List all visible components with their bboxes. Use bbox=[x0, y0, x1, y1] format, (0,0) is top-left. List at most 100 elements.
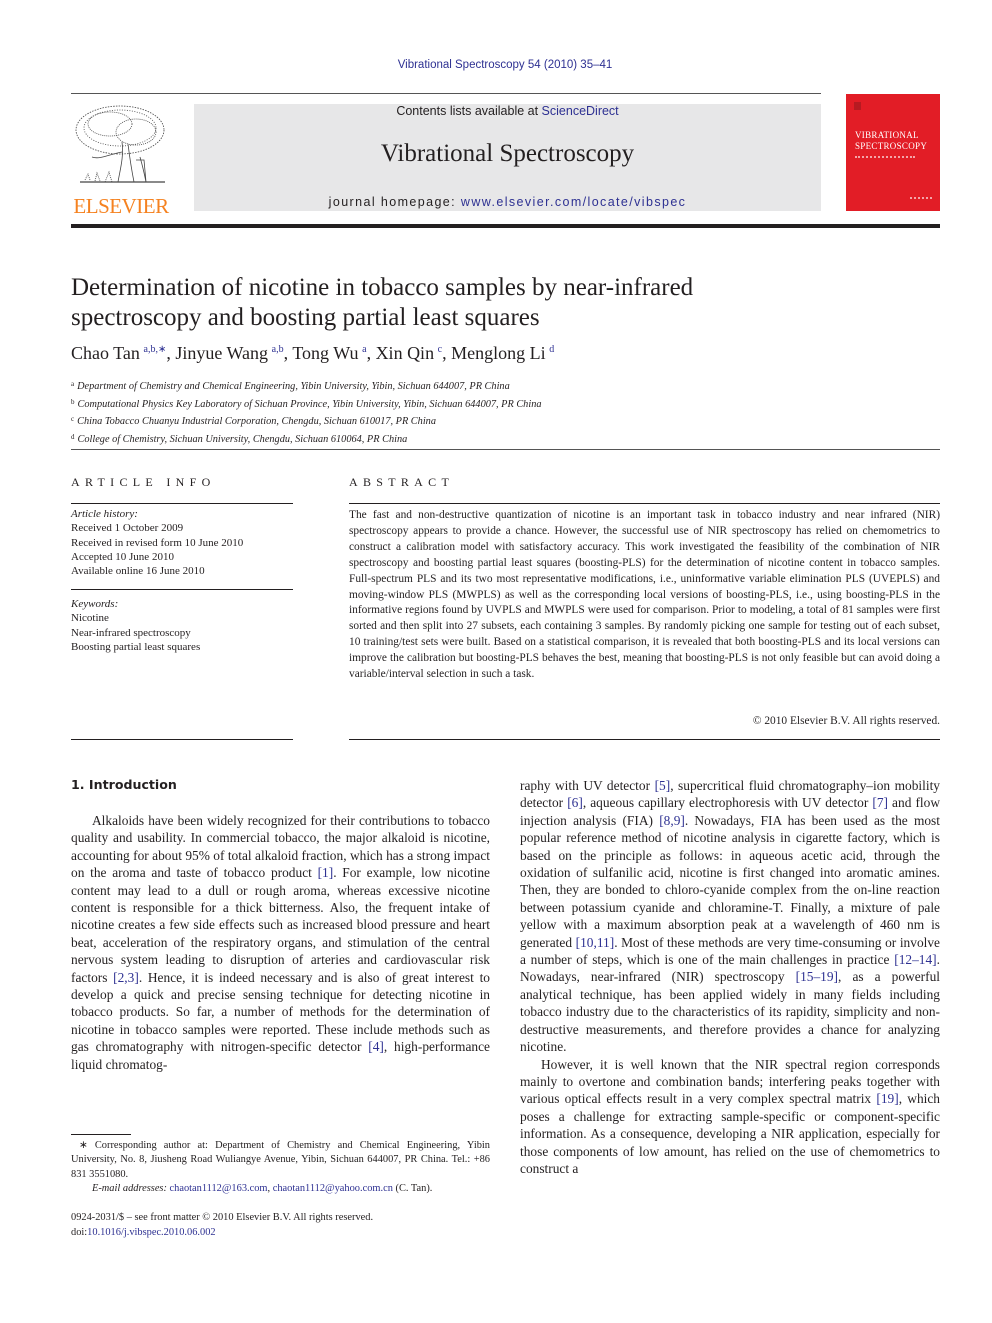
author[interactable]: Xin Qin c bbox=[376, 343, 443, 363]
author[interactable]: Jinyue Wang a,b bbox=[175, 343, 283, 363]
article-title: Determination of nicotine in tobacco sam… bbox=[71, 274, 694, 331]
cover-logo-icon bbox=[854, 102, 861, 110]
history-accepted: Accepted 10 June 2010 bbox=[71, 550, 174, 563]
author-affiliation-marks[interactable]: a,b bbox=[272, 344, 284, 355]
abstract-copyright: © 2010 Elsevier B.V. All rights reserved… bbox=[752, 715, 940, 727]
citation-link[interactable]: [8,9] bbox=[659, 813, 685, 828]
author-affiliation-marks[interactable]: d bbox=[549, 344, 554, 355]
affiliation-mark: c bbox=[71, 415, 75, 423]
cover-title: VIBRATIONAL SPECTROSCOPY bbox=[855, 130, 927, 152]
cover-title-line2: SPECTROSCOPY bbox=[855, 141, 928, 151]
article-history: Article history: Received 1 October 2009… bbox=[71, 507, 293, 578]
elsevier-tree-icon bbox=[75, 105, 165, 183]
citation-link[interactable]: [7] bbox=[872, 795, 888, 810]
author[interactable]: Menglong Li d bbox=[451, 343, 554, 363]
affiliation-text: Department of Chemistry and Chemical Eng… bbox=[77, 381, 510, 392]
affiliation-mark: d bbox=[71, 432, 75, 441]
homepage-line: journal homepage: www.elsevier.com/locat… bbox=[194, 195, 821, 209]
cover-footer bbox=[910, 197, 932, 205]
history-online: Available online 16 June 2010 bbox=[71, 565, 205, 578]
abstract-rule bbox=[349, 503, 940, 504]
keywords: Keywords: Nicotine Near-infrared spectro… bbox=[71, 597, 293, 654]
affiliation: d College of Chemistry, Sichuan Universit… bbox=[71, 430, 542, 448]
corresponding-author-text: ∗ Corresponding author at: Department of… bbox=[71, 1140, 490, 1180]
author-affiliation-marks[interactable]: a bbox=[362, 344, 366, 355]
paragraph: raphy with UV detector [5], supercritica… bbox=[520, 778, 941, 1055]
running-head[interactable]: Vibrational Spectroscopy 54 (2010) 35–41 bbox=[0, 59, 992, 71]
abstract-text: The fast and non-destructive quantizatio… bbox=[349, 509, 940, 681]
issn-line: 0924-2031/$ – see front matter © 2010 El… bbox=[71, 1212, 374, 1223]
affiliation: a Department of Chemistry and Chemical En… bbox=[71, 377, 542, 395]
journal-homepage-link[interactable]: www.elsevier.com/locate/vibspec bbox=[461, 195, 686, 209]
homepage-prefix: journal homepage: bbox=[328, 195, 461, 209]
header-divider bbox=[71, 449, 940, 450]
affiliation-text: Computational Physics Key Laboratory of … bbox=[77, 398, 542, 410]
citation-link[interactable]: [19] bbox=[876, 1091, 898, 1106]
masthead-divider bbox=[71, 224, 940, 228]
affiliations: a Department of Chemistry and Chemical En… bbox=[71, 377, 542, 447]
front-matter: 0924-2031/$ – see front matter © 2010 El… bbox=[71, 1211, 373, 1240]
author-affiliation-marks[interactable]: c bbox=[438, 344, 442, 355]
email-suffix: (C. Tan). bbox=[392, 1183, 433, 1195]
author-name: Jinyue Wang bbox=[175, 343, 269, 363]
contents-prefix: Contents lists available at bbox=[396, 104, 542, 118]
keywords-label: Keywords: bbox=[71, 598, 119, 610]
keywords-rule bbox=[71, 589, 293, 590]
citation-link[interactable]: [15–19] bbox=[796, 969, 838, 984]
citation-link[interactable]: [2,3] bbox=[113, 970, 139, 985]
author[interactable]: Tong Wu a bbox=[292, 343, 366, 363]
email-link[interactable]: chaotan1112@yahoo.com.cn bbox=[273, 1183, 393, 1194]
abstract-heading: ABSTRACT bbox=[349, 475, 455, 489]
doi-line: doi:10.1016/j.vibspec.2010.06.002 bbox=[71, 1226, 373, 1241]
keyword: Boosting partial least squares bbox=[71, 640, 201, 653]
body-column-right: raphy with UV detector [5], supercritica… bbox=[520, 777, 940, 1177]
cover-subtitle bbox=[855, 156, 915, 165]
history-revised: Received in revised form 10 June 2010 bbox=[71, 536, 244, 549]
email-label: E-mail addresses: bbox=[92, 1183, 167, 1195]
author-name: Xin Qin bbox=[375, 343, 435, 363]
publisher-wordmark: ELSEVIER bbox=[73, 194, 169, 218]
article-info-rule bbox=[71, 503, 293, 504]
email-line: E-mail addresses: chaotan1112@163.com, c… bbox=[92, 1183, 433, 1195]
article-info-bottom-rule bbox=[71, 739, 293, 740]
citation-link[interactable]: [5] bbox=[655, 778, 671, 793]
top-rule bbox=[71, 93, 821, 94]
doi-prefix: doi: bbox=[71, 1226, 88, 1238]
author-name: Tong Wu bbox=[292, 343, 359, 363]
body-column-left: Alkaloids have been widely recognized fo… bbox=[71, 812, 490, 1073]
citation-link[interactable]: [10,11] bbox=[576, 935, 615, 950]
affiliation-text: College of Chemistry, Sichuan University… bbox=[77, 433, 408, 445]
abstract-bottom-rule bbox=[349, 739, 940, 740]
keyword: Near-infrared spectroscopy bbox=[71, 626, 191, 639]
author-list: Chao Tan a,b,∗, Jinyue Wang a,b, Tong Wu… bbox=[71, 343, 555, 363]
author[interactable]: Chao Tan a,b,∗ bbox=[71, 343, 166, 363]
author-name: Chao Tan bbox=[71, 343, 140, 363]
author-affiliation-marks[interactable]: a,b,∗ bbox=[144, 344, 167, 355]
doi-link[interactable]: 10.1016/j.vibspec.2010.06.002 bbox=[87, 1227, 215, 1238]
paragraph: Alkaloids have been widely recognized fo… bbox=[71, 813, 490, 1072]
corresponding-author-footnote: ∗ Corresponding author at: Department of… bbox=[71, 1139, 490, 1197]
article-info-heading: ARTICLE INFO bbox=[71, 475, 216, 489]
history-label: Article history: bbox=[71, 508, 138, 520]
journal-cover-thumbnail[interactable]: VIBRATIONAL SPECTROSCOPY bbox=[846, 94, 940, 211]
footnote-rule bbox=[71, 1134, 131, 1135]
citation-link[interactable]: [6] bbox=[567, 795, 583, 810]
paragraph: However, it is well known that the NIR s… bbox=[520, 1056, 941, 1176]
citation-link[interactable]: [1] bbox=[318, 865, 334, 880]
journal-name: Vibrational Spectroscopy bbox=[380, 140, 635, 167]
journal-masthead: Contents lists available at ScienceDirec… bbox=[194, 104, 821, 211]
affiliation-text: China Tobacco Chuanyu Industrial Corpora… bbox=[77, 416, 436, 427]
cover-title-line1: VIBRATIONAL bbox=[855, 130, 919, 140]
publisher-logo[interactable]: ELSEVIER bbox=[70, 102, 172, 218]
citation-link[interactable]: [12–14] bbox=[894, 952, 936, 967]
author-name: Menglong Li bbox=[451, 343, 546, 363]
affiliation-mark: b bbox=[71, 397, 75, 406]
citation-link[interactable]: [4] bbox=[368, 1039, 384, 1054]
history-received: Received 1 October 2009 bbox=[71, 522, 184, 535]
keyword: Nicotine bbox=[71, 612, 109, 625]
affiliation-mark: a bbox=[71, 380, 75, 388]
email-link[interactable]: chaotan1112@163.com bbox=[170, 1183, 268, 1194]
sciencedirect-link[interactable]: ScienceDirect bbox=[542, 104, 619, 118]
section-heading-introduction: 1. Introduction bbox=[71, 777, 177, 792]
affiliation: c China Tobacco Chuanyu Industrial Corpor… bbox=[71, 412, 542, 430]
